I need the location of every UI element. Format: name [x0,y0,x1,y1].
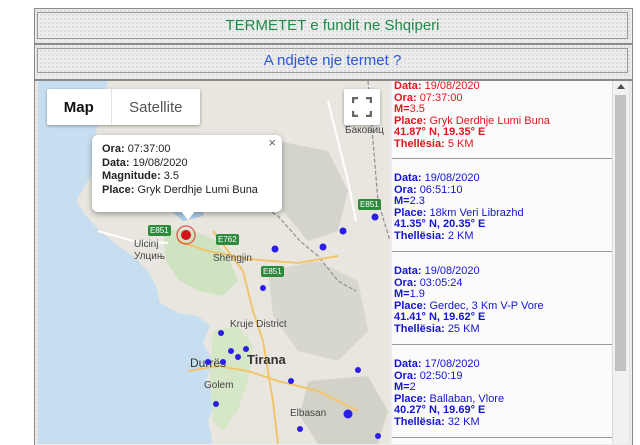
entry-depth-value: 32 KM [447,415,480,428]
entry-m-value: 2.3 [409,195,425,208]
map-label: Tirana [247,352,286,367]
entry-m-label: M= [394,381,410,394]
entry-depth-label: Thellësia: [394,137,445,150]
list-item[interactable]: Data: 17/08/2020 Ora: 02:50:19 M=2 Place… [392,345,612,438]
page-title: TERMETET e fundit ne Shqiperi [37,12,628,39]
list-item[interactable]: Data: 19/08/2020 Ora: 03:05:24 M=1.9 Pla… [392,252,612,345]
entry-ora-label: Ora: [394,91,417,104]
popup-place-value: Gryk Derdhje Lumi Buna [137,183,258,196]
entry-m-value: 3.5 [409,103,425,116]
entry-m-label: M= [394,103,410,116]
popup-magnitude-value: 3.5 [163,170,180,182]
earthquake-map[interactable]: Map Satellite Баковиц Ulcinj Улцињ Shëng… [38,81,390,444]
popup-ora-value: 07:37:00 [127,143,171,155]
entry-ora-value: 07:37:00 [419,91,463,104]
road-shield: E851 [261,266,284,277]
entry-depth-value: 25 KM [447,322,480,335]
entry-place-label: Place: [394,299,427,312]
map-label: Golem [204,380,234,391]
entry-place-label: Place: [394,206,427,219]
tab-map[interactable]: Map [47,89,112,125]
entry-place-label: Place: [394,392,427,405]
entry-m-value: 1.9 [409,288,425,301]
entry-data-label: Data: [394,358,422,370]
tab-satellite[interactable]: Satellite [112,89,200,125]
entry-depth-label: Thellësia: [394,322,445,335]
entry-data-value: 19/08/2020 [424,81,480,92]
entry-depth-label: Thellësia: [394,415,445,428]
list-item[interactable]: Data: 19/08/2020 Ora: 07:37:00 M=3.5 Pla… [392,81,612,159]
entry-ora-label: Ora: [394,183,417,196]
entry-data-label: Data: [394,81,422,92]
entry-place-label: Place: [394,114,427,127]
map-label: Ulcinj [134,239,159,250]
road-shield: E851 [358,199,381,210]
road-shield: E851 [148,225,171,236]
scroll-up-arrow-icon[interactable] [617,84,625,89]
entry-ora-label: Ora: [394,369,417,382]
entry-place-value: Gryk Derdhje Lumi Buna [429,114,550,127]
entry-place-value: Gerdec, 3 Km V-P Vore [429,299,544,312]
entry-data-value: 19/08/2020 [424,265,480,277]
list-scrollbar[interactable] [612,81,629,444]
road-shield: E762 [216,234,239,245]
popup-magnitude-label: Magnitude: [102,170,161,182]
popup-ora-label: Ora: [102,143,125,155]
fullscreen-button[interactable] [344,89,380,125]
map-label: Elbasan [290,408,327,419]
report-earthquake-link[interactable]: A ndjete nje termet ? [37,48,628,73]
entry-depth-value: 5 KM [447,137,474,150]
popup-tail [180,210,196,220]
entry-place-value: Ballaban, Vlore [429,392,505,405]
map-label: Улцињ [134,251,165,262]
entry-m-label: M= [394,288,410,301]
entry-data-value: 17/08/2020 [424,358,480,370]
close-icon[interactable]: × [268,136,276,150]
entry-ora-value: 03:05:24 [419,276,463,289]
earthquake-list[interactable]: Data: 19/08/2020 Ora: 07:37:00 M=3.5 Pla… [392,81,612,444]
earthquake-info-popup: × Ora: 07:37:00 Data: 19/08/2020 Magnitu… [92,135,282,212]
popup-data-label: Data: [102,156,130,169]
entry-depth-label: Thellësia: [394,229,445,242]
entry-m-label: M= [394,195,410,208]
map-label: Durrës [190,356,227,370]
entry-ora-value: 02:50:19 [419,369,463,382]
map-type-control: Map Satellite [47,89,200,125]
map-label: Баковиц [345,125,384,136]
popup-data-value: 19/08/2020 [132,156,188,169]
map-label: Shëngjin [213,253,252,264]
entry-m-value: 2 [409,381,416,394]
entry-data-label: Data: [394,265,422,277]
entry-ora-value: 06:51:10 [419,183,463,196]
entry-data-label: Data: [394,172,422,184]
map-label: Kruje District [230,319,287,330]
scroll-thumb[interactable] [615,95,626,371]
entry-ora-label: Ora: [394,276,417,289]
entry-data-value: 19/08/2020 [424,172,480,184]
entry-place-value: 18km Veri Librazhd [429,206,524,219]
popup-place-label: Place: [102,183,135,196]
fullscreen-icon [352,97,372,117]
list-item[interactable]: Data: 19/08/2020 Ora: 06:51:10 M=2.3 Pla… [392,159,612,252]
entry-depth-value: 2 KM [447,229,474,242]
